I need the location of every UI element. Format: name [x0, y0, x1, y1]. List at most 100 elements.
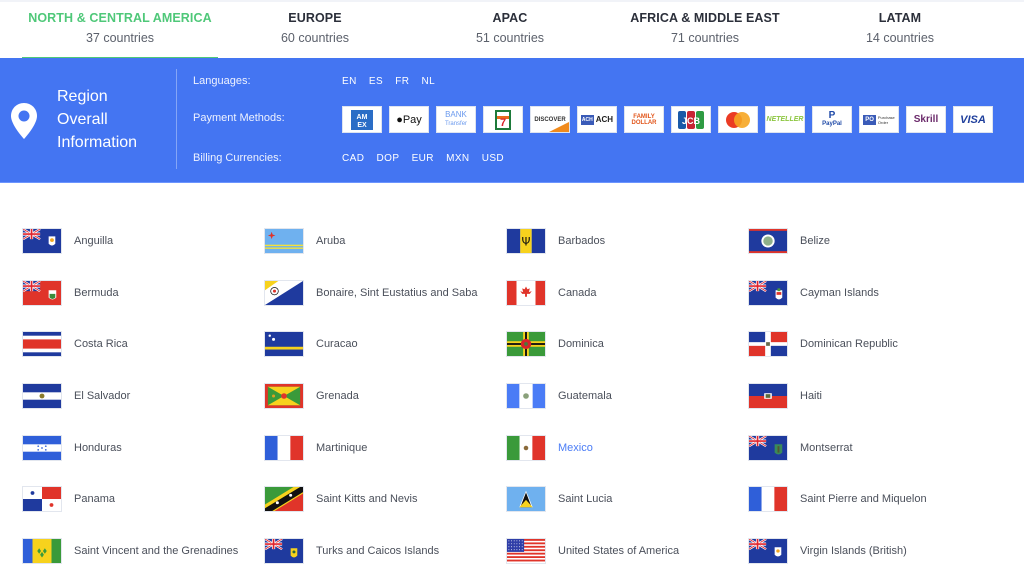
country-item-mexico[interactable]: Mexico	[506, 435, 593, 461]
country-item-panama[interactable]: Panama	[22, 486, 115, 512]
country-name: Dominica	[558, 338, 604, 350]
bonaire-flag-icon	[264, 280, 304, 306]
saint-lucia-flag-icon	[506, 486, 546, 512]
cayman-flag-icon	[748, 280, 788, 306]
language-code: NL	[421, 76, 436, 87]
country-item-anguilla[interactable]: Anguilla	[22, 228, 113, 254]
svg-text:Ψ: Ψ	[522, 236, 531, 249]
country-name: Saint Vincent and the Grenadines	[74, 545, 239, 557]
country-item-grenada[interactable]: Grenada	[264, 383, 359, 409]
country-name: Barbados	[558, 235, 606, 247]
region-overall-title: Region Overall Information	[57, 85, 137, 154]
country-item-saint-pierre[interactable]: Saint Pierre and Miquelon	[748, 486, 927, 512]
country-item-dominica[interactable]: Dominica	[506, 331, 604, 357]
anguilla-flag-icon	[22, 228, 62, 254]
tab-count: 37 countries	[85, 31, 155, 45]
curacao-flag-icon	[264, 331, 304, 357]
costa-rica-flag-icon	[22, 331, 62, 357]
tab-apac[interactable]: APAC 51 countries	[440, 2, 580, 60]
country-item-saint-kitts[interactable]: Saint Kitts and Nevis	[264, 486, 418, 512]
haiti-flag-icon	[748, 383, 788, 409]
country-item-belize[interactable]: Belize	[748, 228, 830, 254]
tab-title: AFRICA & MIDDLE EAST	[630, 11, 780, 25]
language-code: ES	[368, 76, 384, 87]
country-name: Bonaire, Sint Eustatius and Saba	[316, 287, 478, 299]
country-item-haiti[interactable]: Haiti	[748, 383, 822, 409]
country-name: Saint Lucia	[558, 493, 613, 505]
country-name: Guatemala	[558, 390, 612, 402]
country-item-martinique[interactable]: Martinique	[264, 435, 367, 461]
dominican-republic-flag-icon	[748, 331, 788, 357]
country-name: Costa Rica	[74, 338, 128, 350]
aruba-flag-icon	[264, 228, 304, 254]
currency-code: DOP	[376, 153, 400, 164]
country-item-montserrat[interactable]: Montserrat	[748, 435, 853, 461]
turks-caicos-flag-icon	[264, 538, 304, 564]
country-name: Cayman Islands	[800, 287, 879, 299]
country-name: Anguilla	[74, 235, 114, 247]
country-name: Haiti	[800, 390, 823, 402]
country-item-bonaire[interactable]: Bonaire, Sint Eustatius and Saba	[264, 280, 477, 306]
tab-count: 14 countries	[865, 31, 935, 45]
svg-text:JCB: JCB	[682, 116, 701, 126]
panama-flag-icon	[22, 486, 62, 512]
bermuda-flag-icon	[22, 280, 62, 306]
country-item-el-salvador[interactable]: El Salvador	[22, 383, 130, 409]
saint-vincent-flag-icon	[22, 538, 62, 564]
tab-title: EUROPE	[288, 11, 342, 25]
apple-pay-logo-icon: ●Pay	[389, 106, 429, 133]
payment-methods-list: AM EX ●Pay BANK Transfer 7 DISCOVER ACH ACH…	[342, 106, 993, 133]
country-item-guatemala[interactable]: Guatemala	[506, 383, 612, 409]
tab-africa-middle-east[interactable]: AFRICA & MIDDLE EAST 71 countries	[615, 2, 795, 60]
saint-kitts-flag-icon	[264, 486, 304, 512]
country-item-costa-rica[interactable]: Costa Rica	[22, 331, 128, 357]
currency-code: USD	[481, 153, 505, 164]
country-item-curacao[interactable]: Curacao	[264, 331, 358, 357]
country-item-canada[interactable]: Canada	[506, 280, 597, 306]
country-item-bermuda[interactable]: Bermuda	[22, 280, 119, 306]
country-item-usa[interactable]: United States of America	[506, 538, 679, 564]
tab-count: 51 countries	[475, 31, 545, 45]
languages-list: EN ES FR NL	[342, 76, 444, 87]
country-name: Honduras	[74, 442, 122, 454]
country-item-bvi[interactable]: Virgin Islands (British)	[748, 538, 907, 564]
country-name: Canada	[558, 287, 597, 299]
country-name: Virgin Islands (British)	[800, 545, 907, 557]
country-item-cayman[interactable]: Cayman Islands	[748, 280, 879, 306]
country-name: Martinique	[316, 442, 368, 454]
country-name: United States of America	[558, 545, 680, 557]
usa-flag-icon	[506, 538, 546, 564]
tab-europe[interactable]: EUROPE 60 countries	[240, 2, 390, 60]
guatemala-flag-icon	[506, 383, 546, 409]
country-item-dominican-republic[interactable]: Dominican Republic	[748, 331, 898, 357]
currency-code: CAD	[342, 153, 365, 164]
country-name: Saint Pierre and Miquelon	[800, 493, 927, 505]
title-line: Information	[57, 134, 138, 151]
svg-text:EX: EX	[357, 122, 367, 129]
country-item-turks-caicos[interactable]: Turks and Caicos Islands	[264, 538, 439, 564]
barbados-flag-icon: Ψ	[506, 228, 546, 254]
honduras-flag-icon	[22, 435, 62, 461]
country-item-barbados[interactable]: Ψ Barbados	[506, 228, 605, 254]
vertical-divider	[176, 69, 177, 169]
country-item-aruba[interactable]: Aruba	[264, 228, 345, 254]
saint-pierre-flag-icon	[748, 486, 788, 512]
title-line: Overall	[57, 111, 108, 128]
country-item-saint-lucia[interactable]: Saint Lucia	[506, 486, 612, 512]
family-dollar-logo-icon: FAMILY DOLLAR	[624, 106, 664, 133]
country-name: Montserrat	[800, 442, 853, 454]
country-name: Grenada	[316, 390, 359, 402]
grenada-flag-icon	[264, 383, 304, 409]
tab-north-central-america[interactable]: NORTH & CENTRAL AMERICA 37 countries	[22, 2, 218, 60]
seven-eleven-logo-icon: 7	[483, 106, 523, 133]
bank-transfer-logo-icon: BANK Transfer	[436, 106, 476, 133]
country-name: Belize	[800, 235, 830, 247]
country-name: Turks and Caicos Islands	[316, 545, 440, 557]
paypal-logo-icon: P PayPal	[812, 106, 852, 133]
country-item-saint-vincent[interactable]: Saint Vincent and the Grenadines	[22, 538, 238, 564]
tab-latam[interactable]: LATAM 14 countries	[830, 2, 970, 60]
currency-code: MXN	[446, 153, 470, 164]
country-name: Saint Kitts and Nevis	[316, 493, 418, 505]
svg-text:AM: AM	[357, 114, 368, 121]
country-item-honduras[interactable]: Honduras	[22, 435, 122, 461]
